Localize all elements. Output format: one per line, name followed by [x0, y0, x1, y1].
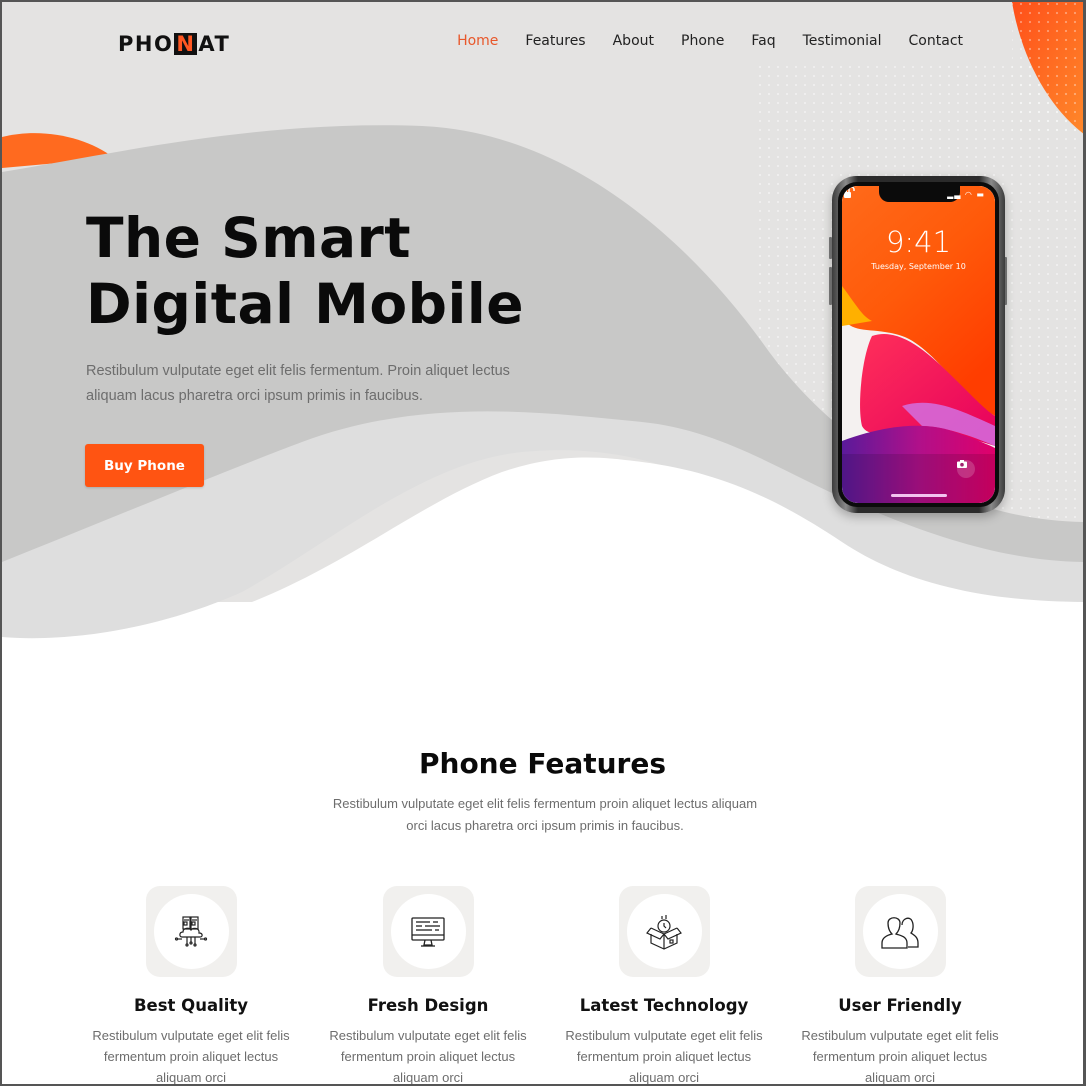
page: PHO N AT Home Features About Phone Faq Tes… [0, 0, 1086, 1086]
home-indicator [891, 494, 947, 497]
feature-description: Restibulum vulputate eget elit felis fer… [92, 1028, 290, 1085]
nav-phone[interactable]: Phone [681, 33, 724, 49]
lockscreen-date: Tuesday, September 10 [871, 262, 966, 271]
status-bar-icons: ▂▃ ◠ ▬ [947, 190, 985, 199]
hero-title-line2: Digital Mobile [86, 272, 525, 336]
logo-text-highlight: N [174, 32, 198, 56]
feature-description: Restibulum vulputate eget elit felis fer… [329, 1028, 527, 1085]
feature-icon-box [618, 886, 710, 977]
hero-title: The Smart Digital Mobile [86, 205, 524, 337]
nav-home[interactable]: Home [457, 33, 498, 49]
monitor-icon [411, 916, 445, 947]
logo-text-pre: PHO [118, 32, 174, 56]
feature-card: User Friendly Restibulum vulputate eget … [782, 886, 1018, 1085]
feature-card: Best Quality Restibulum vulputate eget e… [73, 886, 309, 1085]
feature-card: Fresh Design Restibulum vulputate eget e… [310, 886, 546, 1085]
flashlight-icon [844, 186, 848, 198]
hero-description: Restibulum vulputate eget elit felis fer… [86, 363, 510, 404]
feature-description: Restibulum vulputate eget elit felis fer… [565, 1028, 763, 1085]
feature-title: Fresh Design [367, 996, 489, 1015]
main-nav: Home Features About Phone Faq Testimonia… [430, 33, 963, 49]
features-section-title: Phone Features [418, 747, 667, 780]
feature-icon-box [382, 886, 474, 977]
logo[interactable]: PHO N AT [118, 32, 230, 56]
phone-mockup: ▂▃ ◠ ▬ 9:41 Tuesday, September 10 [832, 176, 1005, 513]
phone-screen: ▂▃ ◠ ▬ 9:41 Tuesday, September 10 [842, 186, 995, 503]
feature-title: User Friendly [838, 996, 962, 1015]
nav-testimonial[interactable]: Testimonial [803, 33, 882, 49]
nav-about[interactable]: About [613, 33, 654, 49]
hero-title-line1: The Smart [86, 206, 412, 270]
feature-description: Restibulum vulputate eget elit felis fer… [801, 1028, 999, 1085]
nav-faq[interactable]: Faq [751, 33, 775, 49]
logo-text-post: AT [198, 32, 231, 56]
feature-title: Latest Technology [579, 996, 749, 1015]
feature-card: Latest Technology Restibulum vulputate e… [546, 886, 782, 1085]
feature-icon-box [145, 886, 237, 977]
camera-icon [957, 460, 975, 478]
features-section-description: Restibulum vulputate eget elit felis fer… [332, 796, 758, 833]
box-clock-icon [646, 914, 682, 950]
nav-contact[interactable]: Contact [909, 33, 963, 49]
nav-features[interactable]: Features [525, 33, 585, 49]
cloud-server-icon [174, 915, 208, 947]
feature-icon-box [854, 886, 946, 977]
buy-phone-button[interactable]: Buy Phone [85, 444, 204, 487]
lockscreen-time: 9:41 [885, 225, 952, 259]
feature-title: Best Quality [133, 996, 249, 1015]
users-icon [881, 916, 919, 949]
